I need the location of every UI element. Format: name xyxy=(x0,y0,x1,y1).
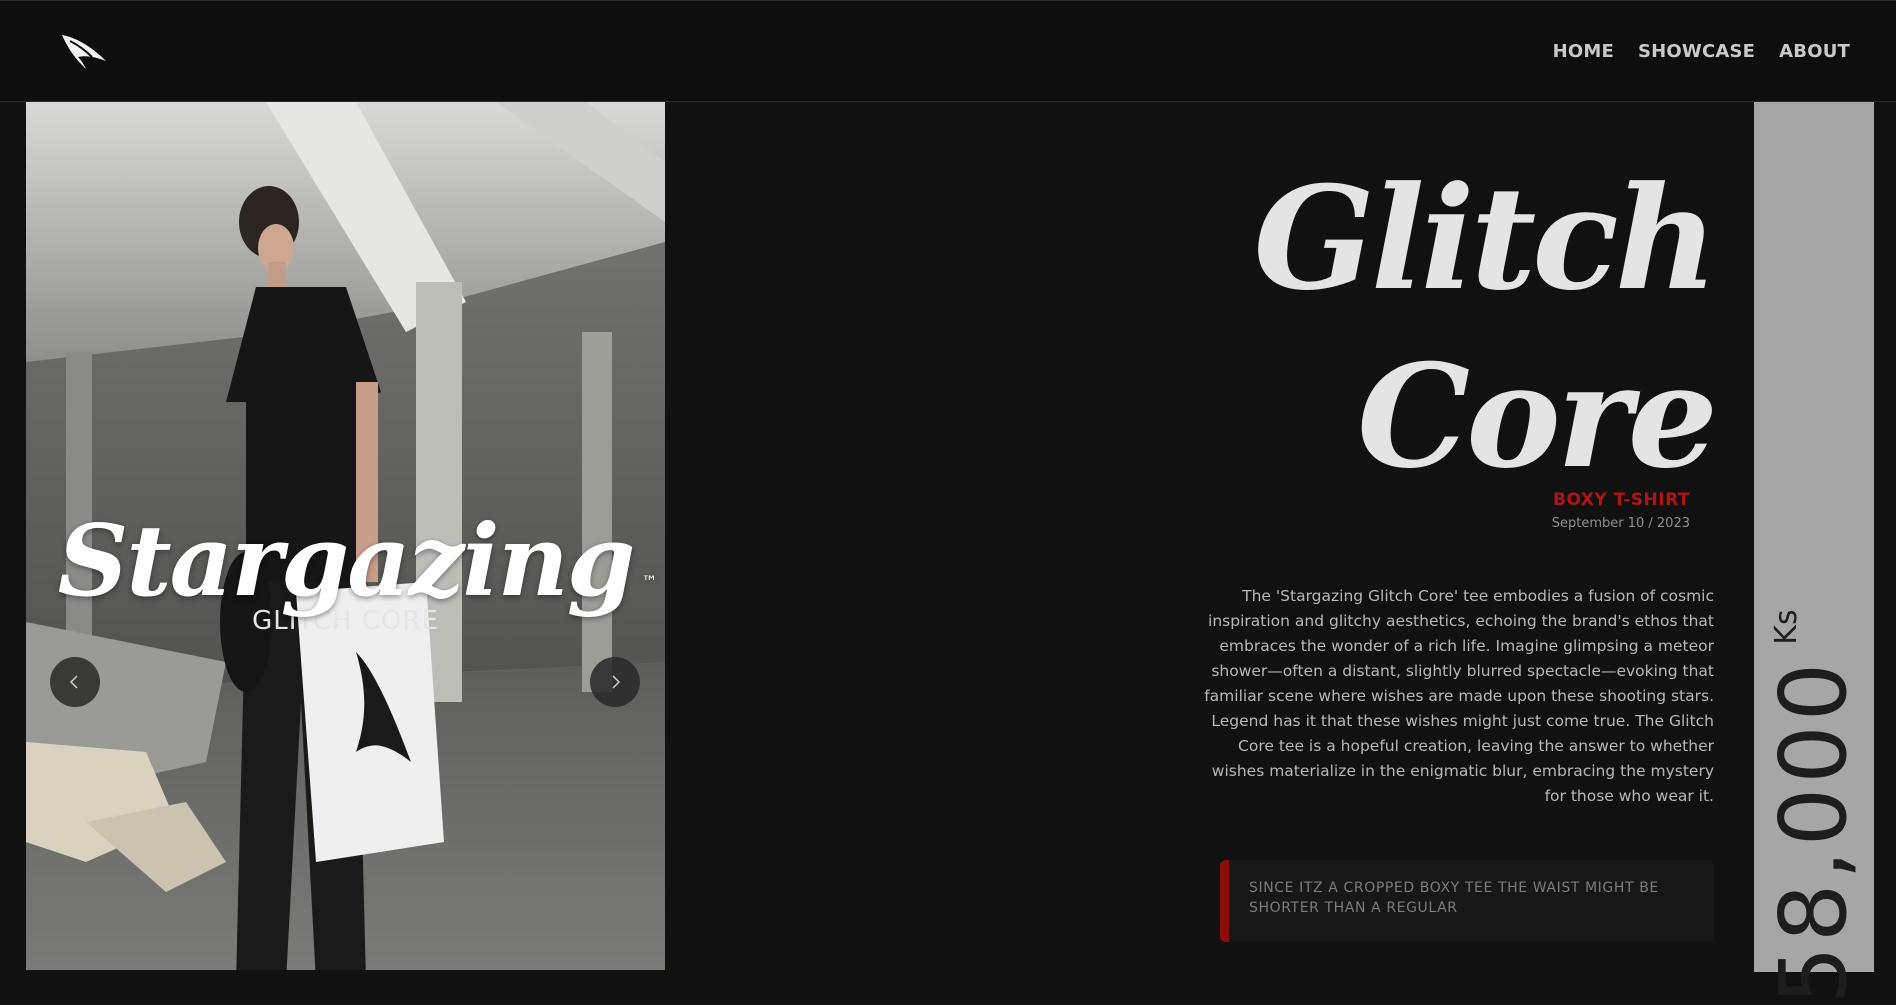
hero-image-carousel: Stargazing ™ GLITCH CORE xyxy=(26,102,665,970)
price-value: 58,000 xyxy=(1760,658,1867,1005)
hero-brand-title: Stargazing ™ xyxy=(58,512,658,612)
carousel-prev-button[interactable] xyxy=(50,657,100,707)
wing-logo-icon[interactable] xyxy=(60,31,108,71)
product-title-line2: Core xyxy=(1357,334,1718,500)
hero-brand: Stargazing ™ GLITCH CORE xyxy=(26,512,665,637)
site-header: HOME SHOWCASE ABOUT xyxy=(0,0,1896,102)
price-label: 58,000 Ks xyxy=(1760,609,1867,1005)
hero-brand-title-text: Stargazing xyxy=(57,504,636,619)
fit-note-text: SINCE ITZ A CROPPED BOXY TEE THE WAIST M… xyxy=(1249,880,1659,916)
nav-showcase[interactable]: SHOWCASE xyxy=(1638,41,1755,62)
chevron-right-icon xyxy=(612,675,621,689)
carousel-next-button[interactable] xyxy=(590,657,640,707)
nav-about[interactable]: ABOUT xyxy=(1779,41,1850,62)
nav-home[interactable]: HOME xyxy=(1553,41,1614,62)
product-title: Glitch Core xyxy=(1234,150,1718,506)
chevron-left-icon xyxy=(69,675,78,689)
product-category: BOXY T-SHIRT xyxy=(1552,490,1690,510)
trademark-mark: ™ xyxy=(641,572,657,591)
product-description: The 'Stargazing Glitch Core' tee embodie… xyxy=(1204,587,1714,805)
fit-note: SINCE ITZ A CROPPED BOXY TEE THE WAIST M… xyxy=(1220,860,1714,942)
price-currency: Ks xyxy=(1769,609,1804,645)
price-bar: 58,000 Ks xyxy=(1754,102,1874,1005)
product-title-line1: Glitch xyxy=(1253,156,1718,322)
product-date: September 10 / 2023 xyxy=(1551,516,1690,531)
main-nav: HOME SHOWCASE ABOUT xyxy=(1553,41,1850,62)
